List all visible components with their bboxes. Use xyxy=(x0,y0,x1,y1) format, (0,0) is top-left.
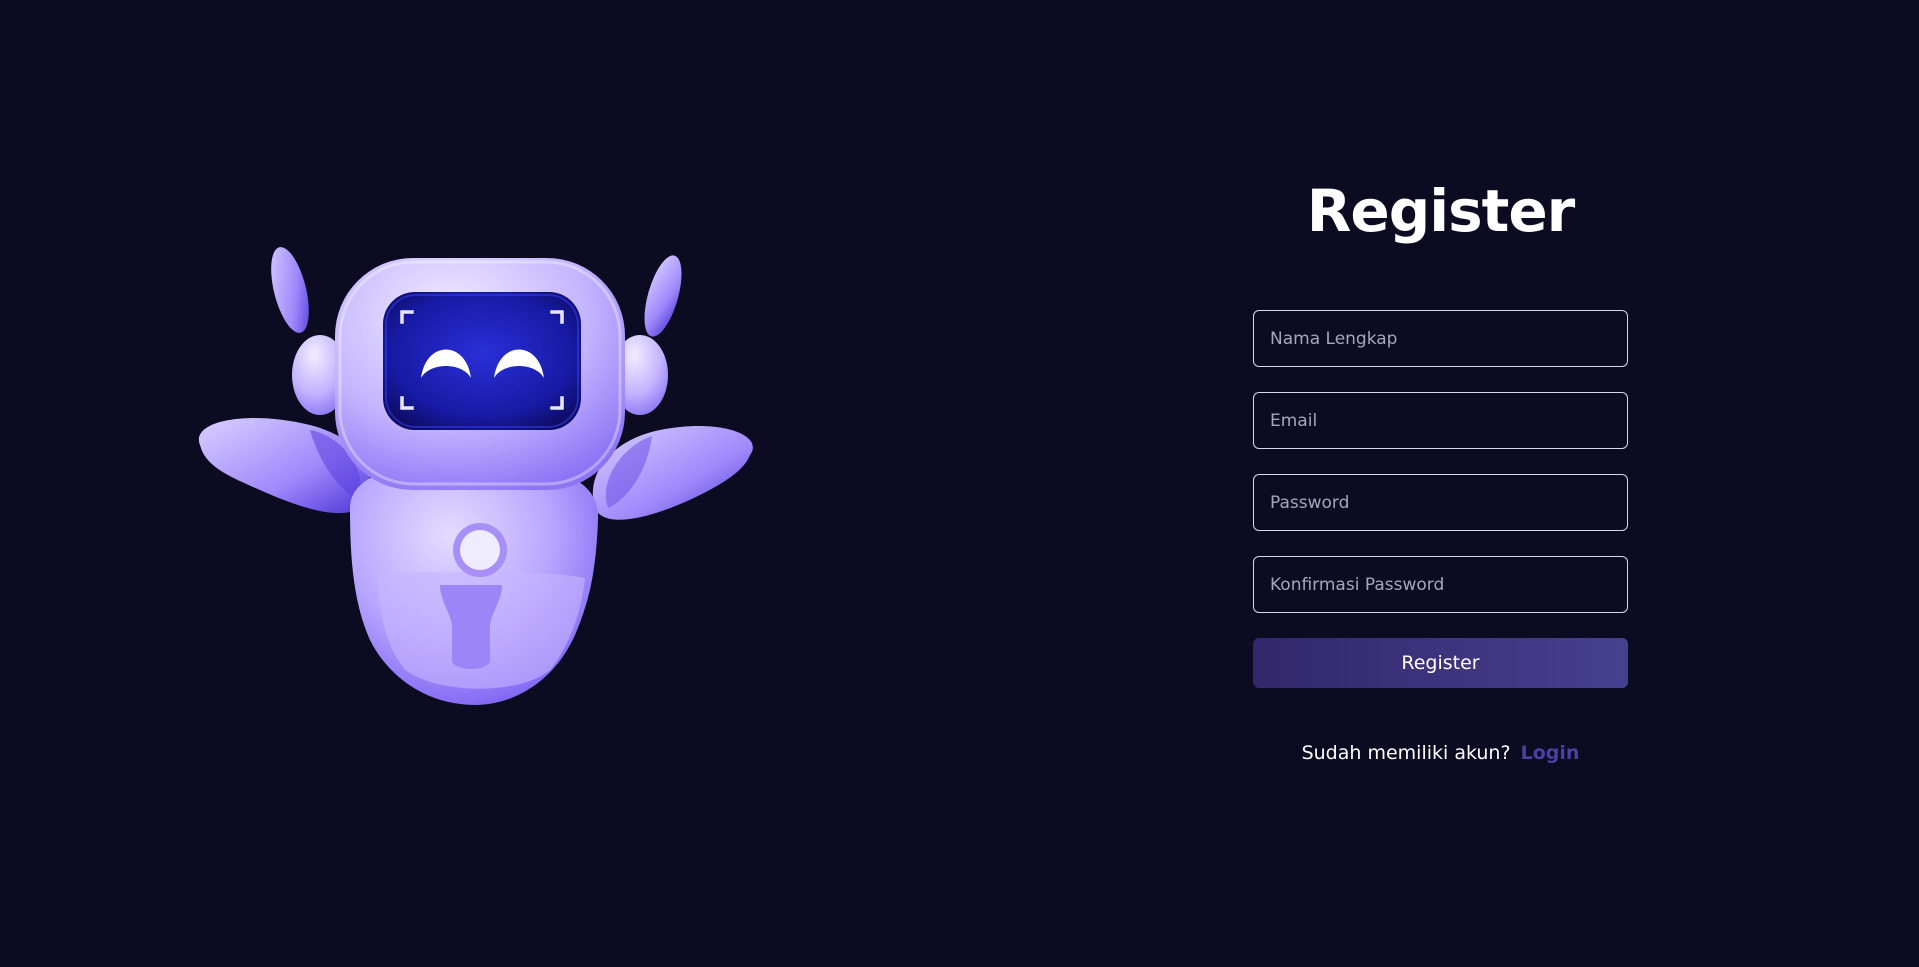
register-button[interactable]: Register xyxy=(1253,638,1628,688)
full-name-input[interactable] xyxy=(1253,310,1628,367)
robot-mascot-icon xyxy=(198,247,753,705)
confirm-password-input[interactable] xyxy=(1253,556,1628,613)
login-prompt: Sudah memiliki akun? Login xyxy=(1253,742,1628,764)
email-input[interactable] xyxy=(1253,392,1628,449)
login-link[interactable]: Login xyxy=(1521,742,1580,764)
form-fields xyxy=(1253,310,1628,613)
robot-mascot-illustration xyxy=(190,240,770,730)
password-input[interactable] xyxy=(1253,474,1628,531)
register-page: Register Register Sudah memiliki akun? L… xyxy=(0,0,1919,967)
register-form: Register Register Sudah memiliki akun? L… xyxy=(1253,170,1628,764)
login-prompt-text: Sudah memiliki akun? xyxy=(1301,742,1511,764)
page-title: Register xyxy=(1306,177,1576,245)
